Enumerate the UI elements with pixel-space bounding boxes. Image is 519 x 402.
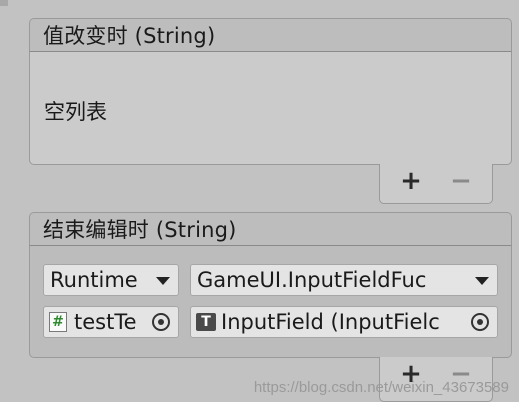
empty-list-label: 空列表 [44, 100, 107, 124]
target-object-value: testTe [74, 310, 137, 334]
call-state-dropdown[interactable]: Runtime [43, 264, 179, 296]
chevron-down-icon [475, 277, 489, 285]
watermark: https://blog.csdn.net/weixin_43673589 [253, 379, 509, 396]
object-picker-icon[interactable] [148, 309, 174, 335]
target-object-field[interactable]: # testTe [43, 306, 179, 338]
function-dropdown[interactable]: GameUI.InputFieldFuc [190, 264, 498, 296]
call-state-value: Runtime [50, 268, 138, 292]
add-listener-button[interactable]: + [396, 166, 426, 196]
chevron-down-icon [156, 277, 170, 285]
on-value-changed-header: 值改变时 (String) [29, 18, 512, 52]
on-end-edit-list [29, 246, 512, 358]
input-field-component-icon: T [196, 313, 216, 331]
function-value: GameUI.InputFieldFuc [197, 268, 427, 292]
object-picker-icon[interactable] [467, 309, 493, 335]
on-value-changed-list: 空列表 [29, 52, 512, 165]
on-end-edit-header: 结束编辑时 (String) [29, 212, 512, 246]
argument-object-field[interactable]: T InputField (InputFielc [190, 306, 498, 338]
script-icon: # [49, 312, 67, 332]
argument-value: InputField (InputFielc [221, 310, 440, 334]
remove-listener-button[interactable]: − [446, 166, 476, 196]
window-edge [0, 0, 8, 6]
on-value-changed-footer: + − [379, 164, 493, 204]
